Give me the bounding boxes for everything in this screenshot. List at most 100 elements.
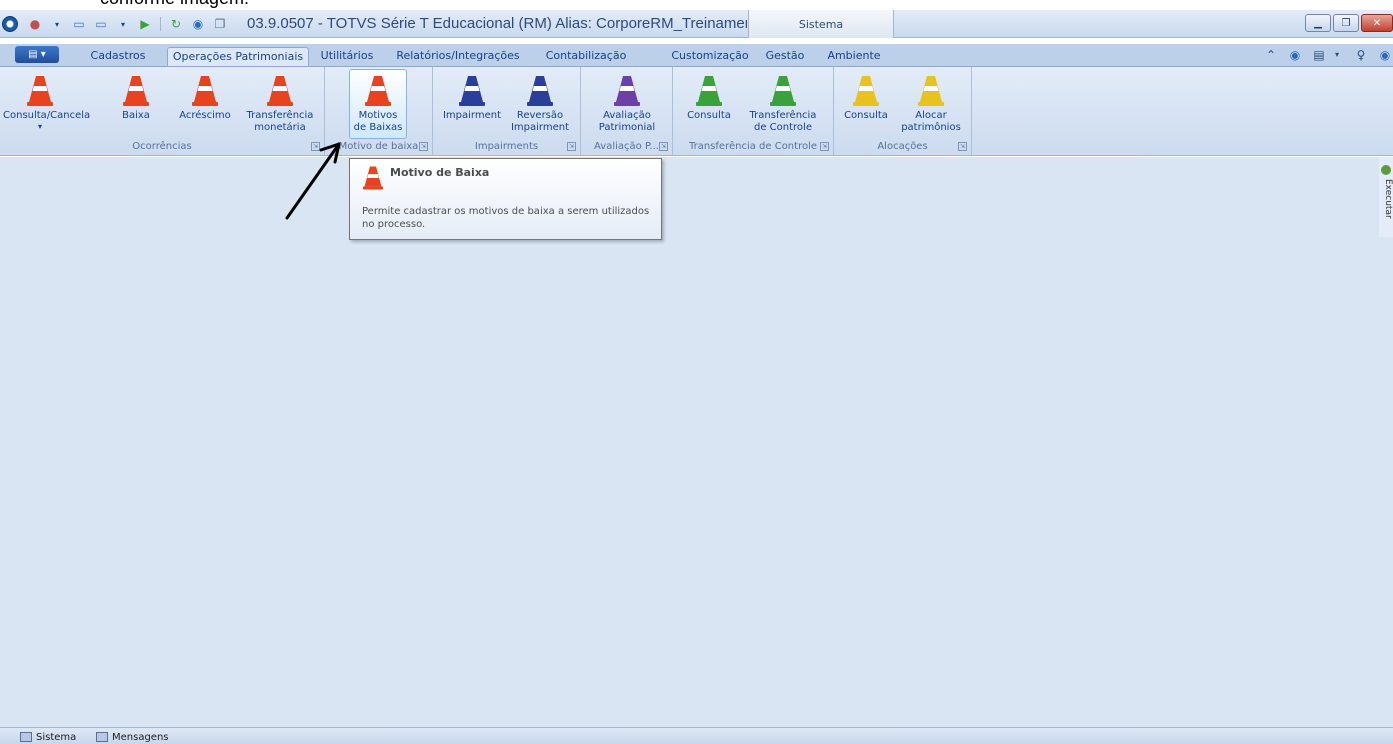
ribbon-tabs: ▤ ▾ Cadastros Operações Patrimoniais Uti…: [0, 44, 1393, 66]
globe-menu-icon[interactable]: ●: [27, 16, 43, 32]
acrescimo-button[interactable]: Acréscimo: [172, 69, 238, 139]
document-text-label: conforme imagem:: [100, 0, 249, 9]
globe-icon[interactable]: ◉: [1287, 47, 1303, 63]
button-label: Motivos: [358, 110, 398, 121]
button-label-line2: de Baixas: [353, 122, 403, 133]
button-label-line2: de Controle: [754, 122, 812, 133]
blue-cone-minus-icon: [457, 74, 487, 108]
dialog-launcher-icon[interactable]: ⇲: [567, 142, 576, 151]
group-alocacoes: Consulta Alocar patrimônios Alocações ⇲: [834, 67, 972, 155]
refresh-icon[interactable]: ↻: [168, 16, 184, 32]
tab-operacoes-patrimoniais[interactable]: Operações Patrimoniais: [167, 47, 309, 66]
minimize-button[interactable]: ▁: [1305, 14, 1331, 32]
green-cone-icon: [694, 74, 724, 108]
button-label: Transferência: [749, 110, 817, 121]
window-list-icon[interactable]: ▭: [93, 16, 109, 32]
file-menu-button[interactable]: ▤ ▾: [15, 46, 59, 63]
button-label: Transferência: [246, 110, 314, 121]
button-label: Reversão: [516, 110, 564, 121]
transferencia-monetaria-button[interactable]: Transferência monetária: [238, 69, 322, 139]
reversao-impairment-button[interactable]: Reversão Impairment: [507, 69, 573, 139]
blue-cone-plus-icon: [525, 74, 555, 108]
dropdown-arrow-icon[interactable]: ▾: [115, 16, 131, 32]
help-icon[interactable]: ◉: [1377, 47, 1393, 63]
yellow-cone-transfer-icon: [916, 74, 946, 108]
annotation-arrow: [285, 142, 341, 220]
collapse-ribbon-icon[interactable]: ⌃: [1263, 47, 1279, 63]
group-label: Transferência de Controle: [688, 141, 818, 152]
app-orb-icon[interactable]: [2, 16, 18, 32]
status-item-sistema[interactable]: Sistema: [20, 730, 76, 744]
layout-icon[interactable]: ▤: [1311, 47, 1327, 63]
dialog-launcher-icon[interactable]: ⇲: [820, 142, 829, 151]
button-label: Consulta: [844, 110, 888, 121]
tab-contabilizacao[interactable]: Contabilização: [534, 47, 638, 66]
context-tab-sistema[interactable]: Sistema: [748, 10, 894, 38]
button-label: Consulta: [687, 110, 731, 121]
green-cone-transfer-icon: [768, 74, 798, 108]
button-label: Avaliação: [603, 110, 651, 121]
dialog-launcher-icon[interactable]: ⇲: [419, 142, 428, 151]
button-label-line2: Patrimonial: [598, 122, 656, 133]
tooltip-body: Permite cadastrar os motivos de baixa a …: [362, 206, 650, 230]
button-label-line2: Impairment: [510, 122, 570, 133]
button-label: Impairment: [442, 110, 502, 121]
close-button[interactable]: ✕: [1361, 14, 1393, 32]
baixa-button[interactable]: Baixa: [112, 69, 160, 139]
motivos-de-baixas-button[interactable]: Motivos de Baixas: [349, 69, 407, 139]
button-label-line2: patrimônios: [901, 122, 961, 133]
group-impairments: Impairment Reversão Impairment Impairmen…: [433, 67, 581, 155]
alocar-patrimonios-button[interactable]: Alocar patrimônios: [894, 69, 968, 139]
right-side-panel[interactable]: Executar: [1379, 157, 1393, 237]
restore-button[interactable]: ❐: [1333, 14, 1359, 32]
copy-icon[interactable]: ❐: [212, 16, 228, 32]
tab-gestao[interactable]: Gestão: [756, 47, 814, 66]
group-label: Alocações: [877, 141, 928, 152]
status-bar: Sistema Mensagens: [0, 727, 1393, 744]
tab-cadastros[interactable]: Cadastros: [82, 47, 154, 66]
lightbulb-icon[interactable]: ♀: [1353, 47, 1369, 63]
status-item-label: Mensagens: [112, 731, 169, 743]
consulta-cancela-button[interactable]: Consulta/Cancela ▾: [2, 69, 91, 139]
dialog-launcher-icon[interactable]: ⇲: [659, 142, 668, 151]
consulta-controle-button[interactable]: Consulta: [681, 69, 737, 139]
tab-customizacao[interactable]: Customização: [664, 47, 756, 66]
status-item-label: Sistema: [36, 731, 77, 743]
document-text: conforme imagem:: [0, 0, 1393, 10]
status-item-mensagens[interactable]: Mensagens: [96, 730, 169, 744]
group-transferencia-de-controle: Consulta Transferência de Controle Trans…: [673, 67, 834, 155]
group-avaliacao-patrimonial: Avaliação Patrimonial Avaliação P... ⇲: [581, 67, 673, 155]
ribbon-right-tools: ⌃ ◉ ▤ ▾ ♀ ◉: [1255, 47, 1393, 63]
dialog-launcher-icon[interactable]: ⇲: [958, 142, 967, 151]
run-icon[interactable]: ▶: [137, 16, 153, 32]
executar-icon: [1381, 165, 1391, 175]
red-cone-minus-icon: [121, 74, 151, 108]
button-label: Alocar: [915, 110, 947, 121]
monitor-icon: [20, 732, 32, 742]
message-icon: [96, 732, 108, 742]
workspace: [0, 157, 1393, 727]
tab-utilitarios[interactable]: Utilitários: [311, 47, 383, 66]
dropdown-arrow-icon[interactable]: ▾: [1329, 47, 1345, 63]
title-bar: ● ▾ ▭ ▭ ▾ ▶ ↻ ◉ ❐ 03.9.0507 - TOTVS Séri…: [0, 10, 1393, 38]
consulta-alocacoes-button[interactable]: Consulta: [838, 69, 894, 139]
tooltip: Motivo de Baixa Permite cadastrar os mot…: [349, 158, 662, 240]
ribbon: Consulta/Cancela ▾ Baixa Acréscimo Trans…: [0, 66, 1393, 156]
window-controls: ▁ ❐ ✕: [1303, 14, 1393, 32]
avaliacao-patrimonial-button[interactable]: Avaliação Patrimonial: [591, 69, 663, 139]
button-label: Consulta/Cancela: [3, 110, 91, 121]
quick-access-toolbar: ● ▾ ▭ ▭ ▾ ▶ ↻ ◉ ❐: [0, 13, 231, 35]
dropdown-arrow-icon: ▾: [37, 122, 42, 131]
globe-icon[interactable]: ◉: [190, 16, 206, 32]
transferencia-de-controle-button[interactable]: Transferência de Controle: [737, 69, 829, 139]
red-cone-transfer-icon: [265, 74, 295, 108]
dropdown-arrow-icon[interactable]: ▾: [49, 16, 65, 32]
impairment-button[interactable]: Impairment: [439, 69, 505, 139]
button-label: Acréscimo: [179, 110, 231, 121]
red-cone-minus-icon: [360, 165, 386, 191]
tab-relatorios-integracoes[interactable]: Relatórios/Integrações: [388, 47, 528, 66]
tab-ambiente[interactable]: Ambiente: [818, 47, 890, 66]
red-cone-plus-icon: [190, 74, 220, 108]
toolbar-separator: [160, 17, 161, 31]
open-window-icon[interactable]: ▭: [71, 16, 87, 32]
